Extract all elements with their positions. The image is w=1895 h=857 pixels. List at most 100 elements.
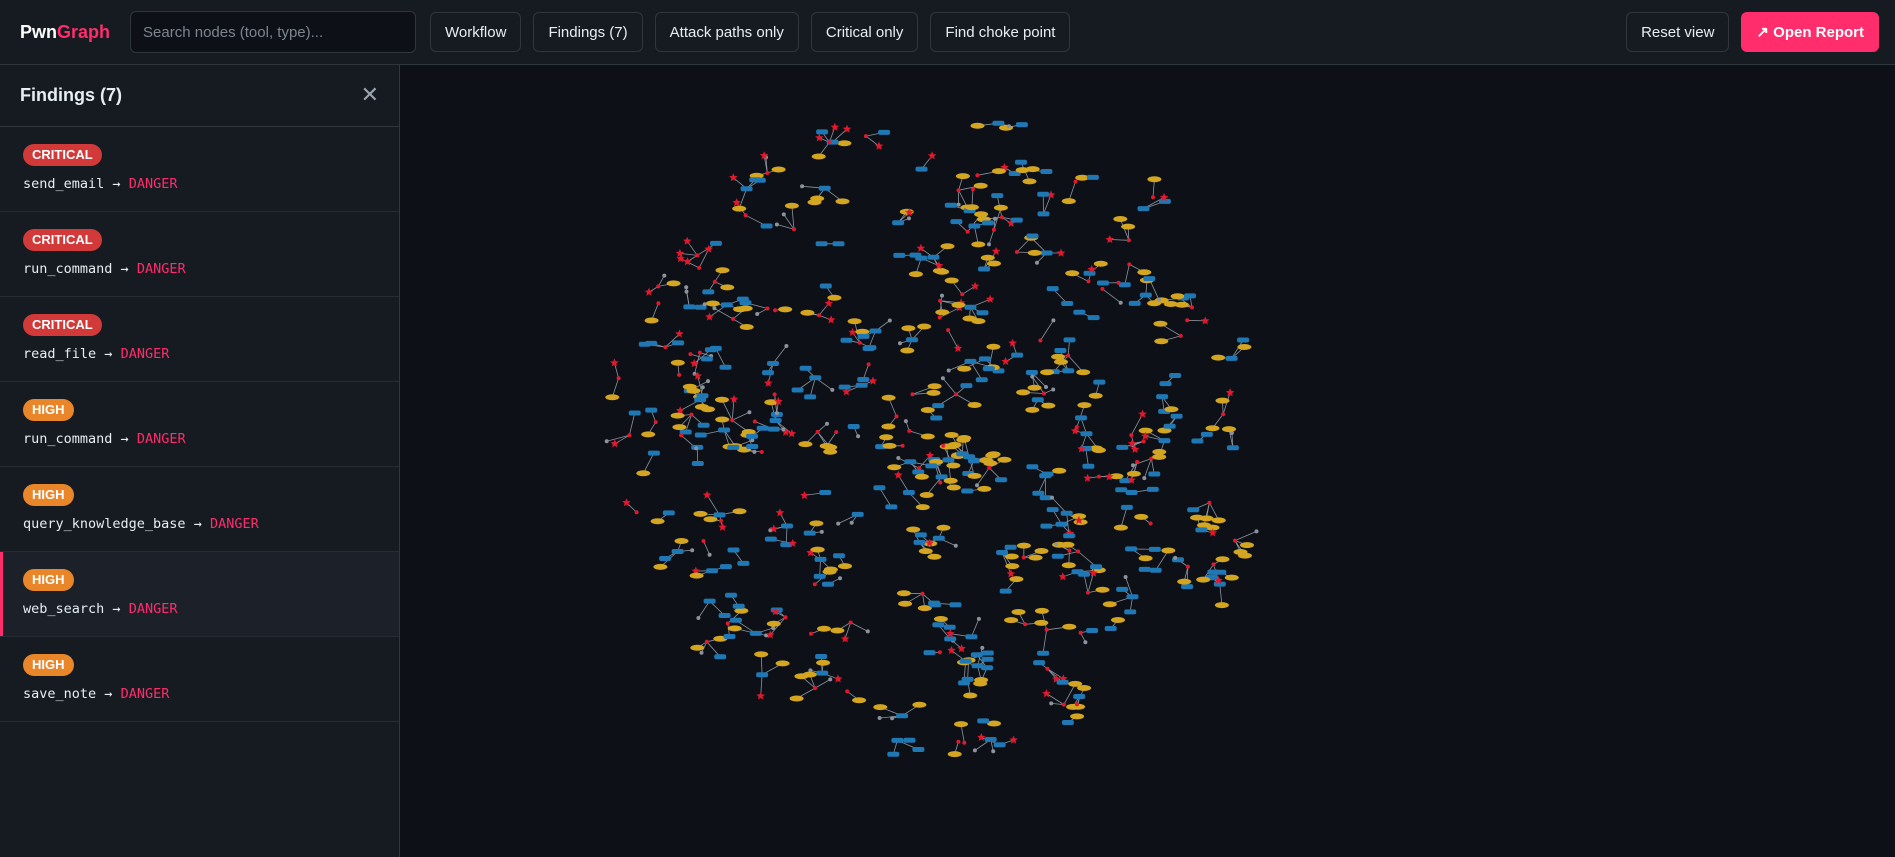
leaf-node[interactable] bbox=[1051, 387, 1056, 392]
agent-node[interactable] bbox=[1116, 586, 1129, 592]
tool-node[interactable] bbox=[670, 412, 685, 419]
leaf-node[interactable] bbox=[1035, 260, 1039, 265]
danger-node[interactable] bbox=[1006, 569, 1016, 578]
tool-node[interactable] bbox=[946, 462, 961, 469]
leaf-node[interactable] bbox=[1131, 463, 1135, 468]
danger-node[interactable] bbox=[683, 257, 692, 266]
danger-node[interactable] bbox=[1225, 388, 1235, 397]
agent-node[interactable] bbox=[944, 202, 957, 208]
agent-node[interactable] bbox=[1118, 282, 1131, 288]
agent-node[interactable] bbox=[961, 488, 974, 494]
agent-node[interactable] bbox=[1073, 309, 1086, 315]
tool-node[interactable] bbox=[881, 423, 896, 430]
hub-node[interactable] bbox=[1067, 548, 1072, 553]
tool-node[interactable] bbox=[800, 309, 815, 316]
leaf-node[interactable] bbox=[838, 576, 842, 581]
leaf-node[interactable] bbox=[877, 716, 882, 720]
agent-node[interactable] bbox=[1138, 566, 1151, 572]
tool-node[interactable] bbox=[912, 701, 927, 708]
leaf-node[interactable] bbox=[702, 302, 707, 307]
tool-node[interactable] bbox=[1215, 397, 1230, 404]
agent-node[interactable] bbox=[1181, 584, 1194, 590]
danger-node[interactable] bbox=[1042, 689, 1051, 698]
leaf-node[interactable] bbox=[830, 387, 835, 392]
tool-node[interactable] bbox=[689, 572, 704, 579]
tool-node[interactable] bbox=[980, 254, 995, 261]
agent-node[interactable] bbox=[857, 377, 870, 382]
agent-node[interactable] bbox=[923, 650, 936, 656]
tool-node[interactable] bbox=[1147, 176, 1162, 183]
tool-node[interactable] bbox=[810, 546, 825, 553]
hub-node[interactable] bbox=[987, 465, 992, 470]
hub-node[interactable] bbox=[1126, 238, 1131, 243]
agent-node[interactable] bbox=[857, 333, 870, 339]
hub-node[interactable] bbox=[845, 689, 850, 694]
tool-node[interactable] bbox=[1028, 554, 1043, 561]
agent-node[interactable] bbox=[1033, 660, 1046, 666]
leaf-node[interactable] bbox=[781, 427, 786, 432]
agent-node[interactable] bbox=[949, 602, 962, 608]
hub-node[interactable] bbox=[759, 450, 764, 454]
danger-node[interactable] bbox=[1001, 357, 1010, 366]
tool-node[interactable] bbox=[830, 627, 845, 634]
agent-node[interactable] bbox=[944, 636, 957, 642]
hub-node[interactable] bbox=[900, 443, 905, 448]
agent-node[interactable] bbox=[975, 377, 988, 383]
tool-node[interactable] bbox=[1070, 713, 1085, 720]
leaf-node[interactable] bbox=[887, 318, 892, 323]
agent-node[interactable] bbox=[1086, 628, 1099, 633]
leaf-node[interactable] bbox=[1054, 542, 1059, 547]
tool-node[interactable] bbox=[1113, 524, 1128, 531]
agent-node[interactable] bbox=[749, 630, 762, 636]
agent-node[interactable] bbox=[1148, 471, 1161, 477]
agent-node[interactable] bbox=[1128, 300, 1141, 306]
tool-node[interactable] bbox=[1177, 578, 1192, 585]
leaf-node[interactable] bbox=[946, 368, 951, 373]
tool-node[interactable] bbox=[997, 456, 1012, 463]
finding-item[interactable]: HIGH save_note → DANGER bbox=[0, 637, 399, 722]
agent-node[interactable] bbox=[1082, 463, 1095, 469]
agent-node[interactable] bbox=[927, 254, 940, 260]
tool-node[interactable] bbox=[732, 508, 747, 515]
tool-node[interactable] bbox=[650, 518, 665, 525]
tool-node[interactable] bbox=[1009, 576, 1024, 583]
hub-node[interactable] bbox=[1116, 280, 1121, 285]
hub-node[interactable] bbox=[765, 171, 770, 175]
hub-node[interactable] bbox=[772, 392, 777, 397]
leaf-node[interactable] bbox=[903, 419, 908, 424]
tool-node[interactable] bbox=[644, 317, 659, 324]
tool-node[interactable] bbox=[837, 140, 852, 147]
tool-node[interactable] bbox=[1016, 542, 1031, 549]
tool-node[interactable] bbox=[778, 306, 793, 313]
tool-node[interactable] bbox=[926, 389, 941, 396]
search-input[interactable] bbox=[130, 11, 417, 53]
agent-node[interactable] bbox=[981, 665, 993, 671]
tool-node[interactable] bbox=[653, 563, 668, 570]
graph-edge[interactable] bbox=[1119, 218, 1130, 241]
tool-node[interactable] bbox=[819, 443, 834, 449]
danger-node[interactable] bbox=[840, 634, 850, 643]
tool-node[interactable] bbox=[951, 302, 966, 308]
agent-node[interactable] bbox=[1184, 293, 1196, 299]
hub-node[interactable] bbox=[1076, 549, 1081, 554]
agent-node[interactable] bbox=[683, 304, 696, 310]
graph-edge[interactable] bbox=[1219, 584, 1223, 606]
tool-node[interactable] bbox=[1102, 601, 1117, 608]
tool-node[interactable] bbox=[920, 433, 935, 440]
tool-node[interactable] bbox=[809, 520, 824, 527]
hub-node[interactable] bbox=[1073, 179, 1078, 184]
graph-edge[interactable] bbox=[738, 188, 747, 209]
tool-node[interactable] bbox=[973, 182, 988, 189]
graph-edge[interactable] bbox=[819, 559, 821, 577]
tool-node[interactable] bbox=[955, 173, 970, 180]
agent-node[interactable] bbox=[1060, 510, 1073, 516]
tool-node[interactable] bbox=[693, 510, 708, 517]
agent-node[interactable] bbox=[832, 241, 845, 247]
agent-node[interactable] bbox=[1170, 413, 1183, 419]
graph-edge[interactable] bbox=[703, 540, 710, 555]
tool-node[interactable] bbox=[935, 309, 950, 316]
agent-node[interactable] bbox=[978, 266, 991, 272]
agent-node[interactable] bbox=[995, 477, 1008, 483]
hub-node[interactable] bbox=[697, 265, 702, 270]
agent-node[interactable] bbox=[696, 393, 709, 399]
